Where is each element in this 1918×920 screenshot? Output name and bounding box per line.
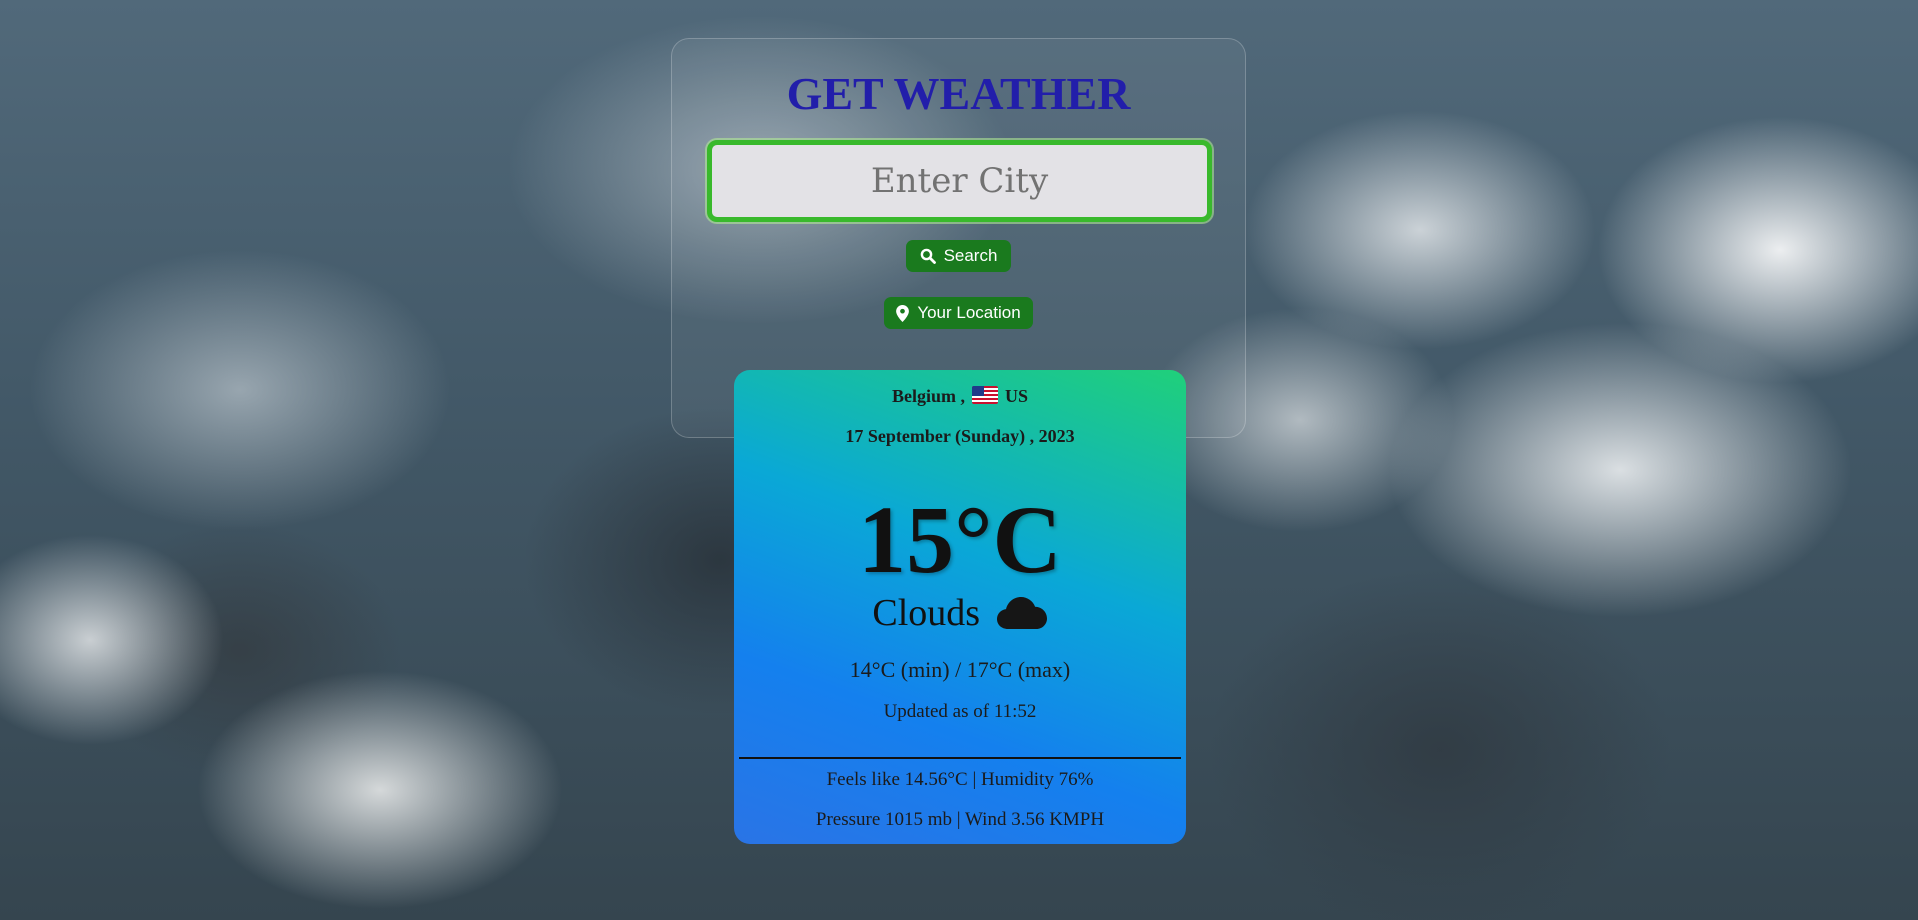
- your-location-button[interactable]: Your Location: [884, 297, 1033, 329]
- location-line: Belgium , US: [734, 384, 1186, 407]
- us-flag-icon: [971, 386, 998, 404]
- pressure-wind: Pressure 1015 mb | Wind 3.56 KMPH: [815, 809, 1105, 830]
- card-divider: [739, 757, 1181, 759]
- location-separator: ,: [960, 386, 966, 406]
- weather-card: Belgium , US 17 September (Sunday) , 202…: [734, 370, 1186, 844]
- temperature-value: 15°C: [858, 486, 1062, 593]
- your-location-button-label: Your Location: [917, 303, 1021, 322]
- date-text: 17 September (Sunday) , 2023: [845, 426, 1075, 446]
- page-title: GET WEATHER: [786, 68, 1131, 119]
- min-max-temperature: 14°C (min) / 17°C (max): [849, 657, 1071, 682]
- search-button-label: Search: [943, 246, 998, 265]
- country-code: US: [1005, 386, 1029, 406]
- condition-text: Clouds: [872, 592, 981, 634]
- cloud-icon: [996, 597, 1047, 629]
- updated-time: Updated as of 11:52: [883, 701, 1037, 722]
- search-button[interactable]: Search: [906, 240, 1011, 272]
- search-icon: [920, 248, 936, 264]
- feels-like-humidity: Feels like 14.56°C | Humidity 76%: [826, 769, 1094, 790]
- map-pin-icon: [896, 304, 910, 322]
- city-search-input[interactable]: [707, 140, 1212, 222]
- condition-line: Clouds: [734, 590, 1186, 636]
- city-name: Belgium: [891, 386, 956, 406]
